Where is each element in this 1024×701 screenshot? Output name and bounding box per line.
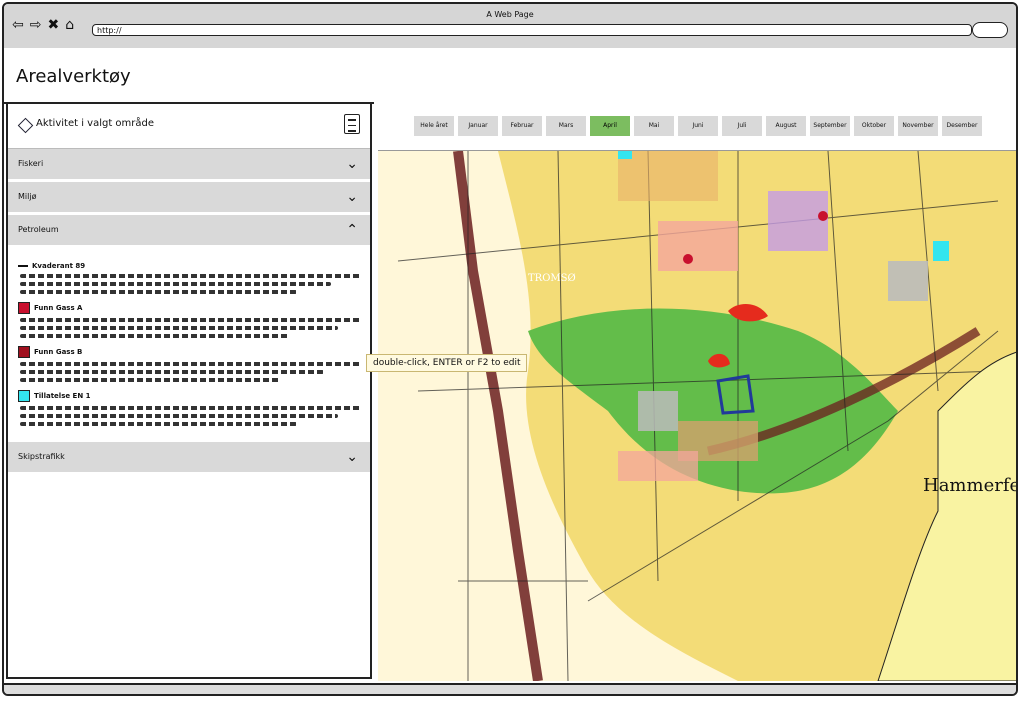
description-line bbox=[20, 414, 339, 418]
map-svg: TROMSØ Hammerfest bbox=[378, 151, 1018, 681]
description-line bbox=[20, 406, 362, 410]
description-line bbox=[20, 334, 290, 338]
window-title: A Web Page bbox=[486, 10, 534, 19]
sidebar-panel: Aktivitet i valgt område Fiskeri ⌄ Miljø ⌄… bbox=[6, 102, 372, 679]
browser-status-bar bbox=[4, 683, 1016, 694]
description-line bbox=[20, 370, 325, 374]
legend-tillatelse-en1: Tillatelse EN 1 bbox=[18, 390, 362, 402]
back-icon[interactable]: ⇦ bbox=[12, 18, 24, 32]
panel-header: Aktivitet i valgt område bbox=[8, 104, 370, 149]
description-line bbox=[20, 318, 362, 322]
description-line bbox=[20, 274, 362, 278]
home-icon[interactable]: ⌂ bbox=[65, 18, 74, 32]
tab-november[interactable]: November bbox=[898, 116, 938, 136]
tab-juni[interactable]: Juni bbox=[678, 116, 718, 136]
map-label-tromso: TROMSØ bbox=[528, 273, 576, 284]
legend-swatch bbox=[18, 346, 30, 358]
description-line bbox=[20, 378, 280, 382]
accordion-miljo[interactable]: Miljø ⌄ bbox=[8, 182, 370, 215]
accordion-petroleum[interactable]: Petroleum ⌃ bbox=[8, 215, 370, 248]
petroleum-content: Kvaderant 89 Funn Gass A Funn Gass B Til… bbox=[8, 248, 370, 436]
url-bar[interactable]: http:// bbox=[92, 24, 972, 36]
map-label-hammerfest: Hammerfest bbox=[923, 475, 1018, 496]
close-icon[interactable]: ✖ bbox=[47, 18, 59, 32]
document-icon[interactable] bbox=[344, 114, 360, 134]
map-panel: Hele året Januar Februar Mars April Mai … bbox=[374, 102, 1018, 681]
tab-mars[interactable]: Mars bbox=[546, 116, 586, 136]
tab-august[interactable]: August bbox=[766, 116, 806, 136]
browser-window: A Web Page ⇦ ⇨ ✖ ⌂ http:// Arealverktøy … bbox=[2, 2, 1018, 696]
chevron-up-icon[interactable]: ⌃ bbox=[346, 215, 358, 245]
map-canvas[interactable]: TROMSØ Hammerfest bbox=[378, 150, 1018, 681]
chevron-down-icon[interactable]: ⌄ bbox=[346, 442, 358, 472]
chevron-down-icon[interactable]: ⌄ bbox=[346, 182, 358, 212]
tab-september[interactable]: September bbox=[810, 116, 850, 136]
legend-funn-gass-a: Funn Gass A bbox=[18, 302, 362, 314]
month-tabs: Hele året Januar Februar Mars April Mai … bbox=[414, 116, 982, 136]
browser-chrome: A Web Page ⇦ ⇨ ✖ ⌂ http:// bbox=[4, 4, 1016, 50]
line-icon bbox=[18, 265, 28, 267]
tab-oktober[interactable]: Oktober bbox=[854, 116, 894, 136]
tab-februar[interactable]: Februar bbox=[502, 116, 542, 136]
description-line bbox=[20, 282, 332, 286]
description-line bbox=[20, 326, 339, 330]
chevron-down-icon[interactable]: ⌄ bbox=[346, 149, 358, 179]
app-title: Arealverktøy bbox=[16, 66, 131, 87]
app-header: Arealverktøy bbox=[4, 48, 1016, 104]
tab-desember[interactable]: Desember bbox=[942, 116, 982, 136]
panel-title: Aktivitet i valgt område bbox=[36, 118, 155, 129]
diamond-icon bbox=[17, 117, 34, 134]
legend-funn-gass-b: Funn Gass B bbox=[18, 346, 362, 358]
legend-swatch bbox=[18, 302, 30, 314]
description-line bbox=[20, 290, 297, 294]
tab-juli[interactable]: Juli bbox=[722, 116, 762, 136]
search-field[interactable] bbox=[972, 22, 1008, 38]
tab-hele-aret[interactable]: Hele året bbox=[414, 116, 454, 136]
accordion-skipstrafikk[interactable]: Skipstrafikk ⌄ bbox=[8, 442, 370, 475]
description-line bbox=[20, 362, 362, 366]
edit-tooltip: double-click, ENTER or F2 to edit bbox=[366, 354, 528, 372]
forward-icon[interactable]: ⇨ bbox=[30, 18, 42, 32]
accordion-fiskeri[interactable]: Fiskeri ⌄ bbox=[8, 149, 370, 182]
description-line bbox=[20, 422, 297, 426]
tab-mai[interactable]: Mai bbox=[634, 116, 674, 136]
tab-januar[interactable]: Januar bbox=[458, 116, 498, 136]
legend-kvaderant: Kvaderant 89 bbox=[18, 262, 362, 270]
tab-april[interactable]: April bbox=[590, 116, 630, 136]
legend-swatch bbox=[18, 390, 30, 402]
browser-nav: ⇦ ⇨ ✖ ⌂ bbox=[12, 18, 74, 32]
